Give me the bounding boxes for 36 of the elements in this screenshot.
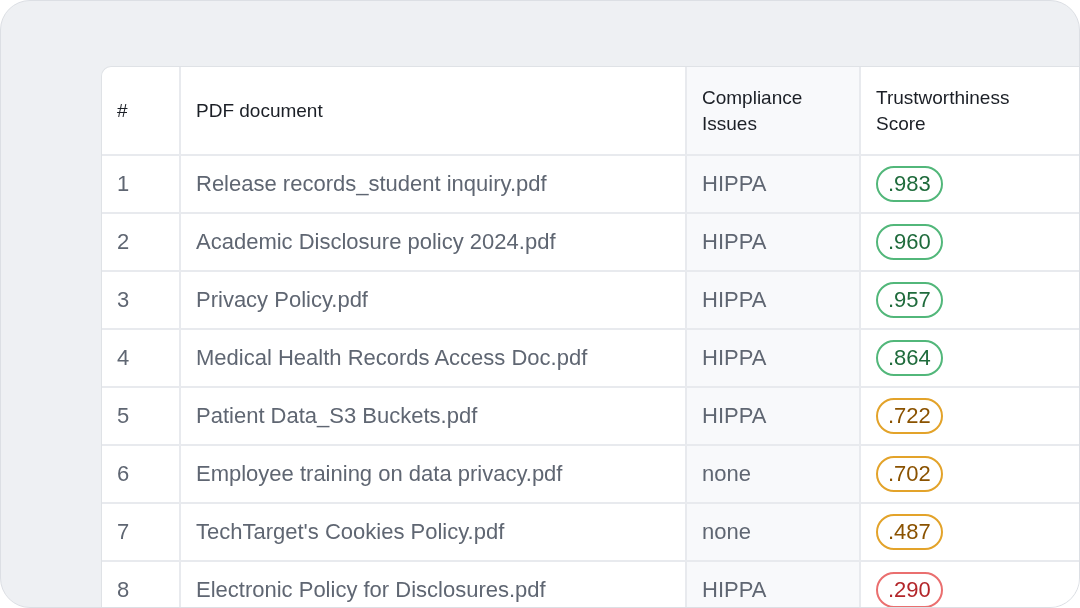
- compliance-issue: HIPPA: [702, 577, 767, 603]
- document-name: Release records_student inquiry.pdf: [196, 171, 547, 197]
- document-name: TechTarget's Cookies Policy.pdf: [196, 519, 505, 545]
- column-header: Compliance Issues: [702, 85, 804, 136]
- row-number: 7: [117, 519, 130, 545]
- compliance-issue: HIPPA: [702, 403, 767, 429]
- row-number: 3: [117, 287, 130, 313]
- document-name: Medical Health Records Access Doc.pdf: [196, 345, 588, 371]
- score-badge: .864: [876, 340, 943, 376]
- column-header: Trustworthiness Score: [876, 85, 1011, 136]
- document-name: Academic Disclosure policy 2024.pdf: [196, 229, 556, 255]
- score-badge: .702: [876, 456, 943, 492]
- compliance-issue: HIPPA: [702, 345, 767, 371]
- row-number: 6: [117, 461, 130, 487]
- document-name: Privacy Policy.pdf: [196, 287, 368, 313]
- row-number: 5: [117, 403, 130, 429]
- compliance-issue: HIPPA: [702, 229, 767, 255]
- row-number: 8: [117, 577, 130, 603]
- row-number: 4: [117, 345, 130, 371]
- column-header: PDF document: [196, 99, 323, 122]
- score-badge: .960: [876, 224, 943, 260]
- score-badge: .290: [876, 572, 943, 607]
- document-name: Employee training on data privacy.pdf: [196, 461, 563, 487]
- score-badge: .957: [876, 282, 943, 318]
- score-badge: .722: [876, 398, 943, 434]
- compliance-issue: HIPPA: [702, 171, 767, 197]
- row-number: 2: [117, 229, 130, 255]
- compliance-issue: none: [702, 461, 751, 487]
- document-name: Electronic Policy for Disclosures.pdf: [196, 577, 546, 603]
- score-badge: .487: [876, 514, 943, 550]
- compliance-issue: none: [702, 519, 751, 545]
- document-name: Patient Data_S3 Buckets.pdf: [196, 403, 478, 429]
- column-header: #: [117, 99, 128, 122]
- row-number: 1: [117, 171, 130, 197]
- compliance-issue: HIPPA: [702, 287, 767, 313]
- score-badge: .983: [876, 166, 943, 202]
